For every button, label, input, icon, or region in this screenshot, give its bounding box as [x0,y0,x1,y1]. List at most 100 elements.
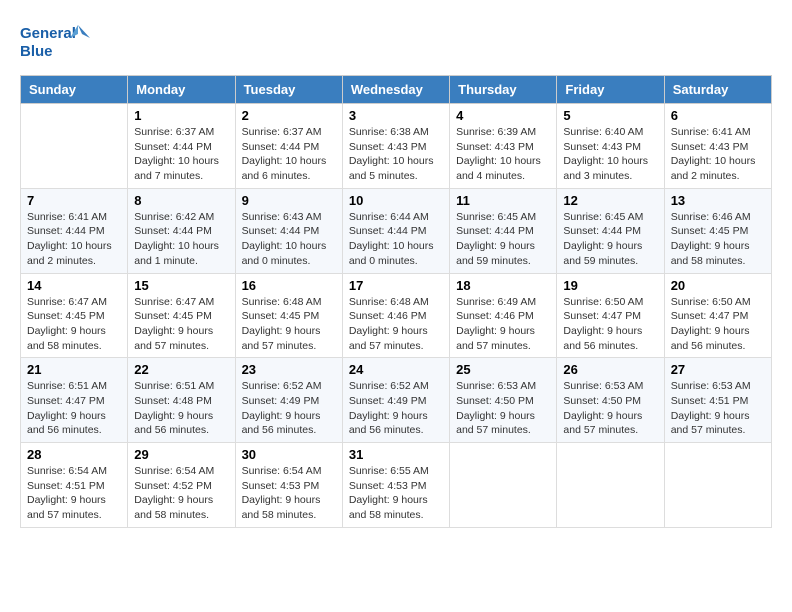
cell-info: Sunrise: 6:45 AM Sunset: 4:44 PM Dayligh… [563,210,657,269]
calendar-cell: 1Sunrise: 6:37 AM Sunset: 4:44 PM Daylig… [128,104,235,189]
day-number: 15 [134,278,228,293]
cell-info: Sunrise: 6:40 AM Sunset: 4:43 PM Dayligh… [563,125,657,184]
cell-info: Sunrise: 6:42 AM Sunset: 4:44 PM Dayligh… [134,210,228,269]
calendar-week-row: 14 Sunrise: 6:47 AM Sunset: 4:45 PM Dayli… [21,273,772,358]
calendar-cell: 3 Sunrise: 6:38 AM Sunset: 4:43 PM Daylig… [342,104,449,189]
cell-info: Sunrise: 6:50 AM Sunset: 4:47 PM Dayligh… [563,295,657,354]
day-number: 26 [563,362,657,377]
page-header: GeneralBlue [20,20,772,65]
calendar-cell: 24 Sunrise: 6:52 AM Sunset: 4:49 PM Dayli… [342,358,449,443]
calendar-cell: 19 Sunrise: 6:50 AM Sunset: 4:47 PM Dayli… [557,273,664,358]
cell-info: Sunrise: 6:48 AM Sunset: 4:46 PM Dayligh… [349,295,443,354]
calendar-cell: 10 Sunrise: 6:44 AM Sunset: 4:44 PM Dayli… [342,188,449,273]
cell-info: Sunrise: 6:49 AM Sunset: 4:46 PM Dayligh… [456,295,550,354]
day-number: 3 [349,108,443,123]
calendar-cell: 31Sunrise: 6:55 AM Sunset: 4:53 PM Dayli… [342,443,449,528]
calendar-cell: 11 Sunrise: 6:45 AM Sunset: 4:44 PM Dayli… [450,188,557,273]
cell-info: Sunrise: 6:50 AM Sunset: 4:47 PM Dayligh… [671,295,765,354]
weekday-header-row: SundayMondayTuesdayWednesdayThursdayFrid… [21,76,772,104]
calendar-cell: 28Sunrise: 6:54 AM Sunset: 4:51 PM Dayli… [21,443,128,528]
calendar-cell: 14 Sunrise: 6:47 AM Sunset: 4:45 PM Dayli… [21,273,128,358]
cell-info: Sunrise: 6:51 AM Sunset: 4:47 PM Dayligh… [27,379,121,438]
cell-info: Sunrise: 6:47 AM Sunset: 4:45 PM Dayligh… [134,295,228,354]
day-number: 14 [27,278,121,293]
cell-info: Sunrise: 6:45 AM Sunset: 4:44 PM Dayligh… [456,210,550,269]
calendar-cell: 12Sunrise: 6:45 AM Sunset: 4:44 PM Dayli… [557,188,664,273]
calendar-cell: 16Sunrise: 6:48 AM Sunset: 4:45 PM Dayli… [235,273,342,358]
day-number: 13 [671,193,765,208]
day-number: 28 [27,447,121,462]
calendar-table: SundayMondayTuesdayWednesdayThursdayFrid… [20,75,772,528]
day-number: 11 [456,193,550,208]
cell-info: Sunrise: 6:52 AM Sunset: 4:49 PM Dayligh… [242,379,336,438]
calendar-cell [450,443,557,528]
calendar-week-row: 21Sunrise: 6:51 AM Sunset: 4:47 PM Dayli… [21,358,772,443]
day-number: 6 [671,108,765,123]
calendar-cell: 23 Sunrise: 6:52 AM Sunset: 4:49 PM Dayli… [235,358,342,443]
weekday-header: Monday [128,76,235,104]
calendar-cell: 2 Sunrise: 6:37 AM Sunset: 4:44 PM Daylig… [235,104,342,189]
day-number: 8 [134,193,228,208]
calendar-cell: 29Sunrise: 6:54 AM Sunset: 4:52 PM Dayli… [128,443,235,528]
cell-info: Sunrise: 6:52 AM Sunset: 4:49 PM Dayligh… [349,379,443,438]
cell-info: Sunrise: 6:51 AM Sunset: 4:48 PM Dayligh… [134,379,228,438]
day-number: 24 [349,362,443,377]
logo: GeneralBlue [20,20,90,65]
day-number: 9 [242,193,336,208]
day-number: 4 [456,108,550,123]
weekday-header: Sunday [21,76,128,104]
cell-info: Sunrise: 6:53 AM Sunset: 4:51 PM Dayligh… [671,379,765,438]
day-number: 25 [456,362,550,377]
day-number: 17 [349,278,443,293]
day-number: 5 [563,108,657,123]
cell-info: Sunrise: 6:55 AM Sunset: 4:53 PM Dayligh… [349,464,443,523]
calendar-cell: 6 Sunrise: 6:41 AM Sunset: 4:43 PM Daylig… [664,104,771,189]
calendar-cell: 26Sunrise: 6:53 AM Sunset: 4:50 PM Dayli… [557,358,664,443]
calendar-cell [21,104,128,189]
calendar-cell: 21Sunrise: 6:51 AM Sunset: 4:47 PM Dayli… [21,358,128,443]
calendar-cell: 22Sunrise: 6:51 AM Sunset: 4:48 PM Dayli… [128,358,235,443]
weekday-header: Wednesday [342,76,449,104]
cell-info: Sunrise: 6:39 AM Sunset: 4:43 PM Dayligh… [456,125,550,184]
calendar-cell: 30 Sunrise: 6:54 AM Sunset: 4:53 PM Dayli… [235,443,342,528]
day-number: 7 [27,193,121,208]
weekday-header: Tuesday [235,76,342,104]
calendar-cell: 5 Sunrise: 6:40 AM Sunset: 4:43 PM Daylig… [557,104,664,189]
day-number: 23 [242,362,336,377]
day-number: 19 [563,278,657,293]
calendar-cell [664,443,771,528]
calendar-week-row: 1Sunrise: 6:37 AM Sunset: 4:44 PM Daylig… [21,104,772,189]
svg-text:General: General [20,25,76,42]
cell-info: Sunrise: 6:43 AM Sunset: 4:44 PM Dayligh… [242,210,336,269]
cell-info: Sunrise: 6:37 AM Sunset: 4:44 PM Dayligh… [242,125,336,184]
weekday-header: Saturday [664,76,771,104]
calendar-week-row: 28Sunrise: 6:54 AM Sunset: 4:51 PM Dayli… [21,443,772,528]
cell-info: Sunrise: 6:53 AM Sunset: 4:50 PM Dayligh… [456,379,550,438]
calendar-week-row: 7 Sunrise: 6:41 AM Sunset: 4:44 PM Daylig… [21,188,772,273]
calendar-cell: 27 Sunrise: 6:53 AM Sunset: 4:51 PM Dayli… [664,358,771,443]
logo-icon: GeneralBlue [20,20,90,65]
calendar-cell: 7 Sunrise: 6:41 AM Sunset: 4:44 PM Daylig… [21,188,128,273]
cell-info: Sunrise: 6:37 AM Sunset: 4:44 PM Dayligh… [134,125,228,184]
calendar-cell: 13Sunrise: 6:46 AM Sunset: 4:45 PM Dayli… [664,188,771,273]
calendar-cell [557,443,664,528]
cell-info: Sunrise: 6:41 AM Sunset: 4:44 PM Dayligh… [27,210,121,269]
cell-info: Sunrise: 6:41 AM Sunset: 4:43 PM Dayligh… [671,125,765,184]
day-number: 2 [242,108,336,123]
day-number: 10 [349,193,443,208]
day-number: 30 [242,447,336,462]
weekday-header: Friday [557,76,664,104]
cell-info: Sunrise: 6:44 AM Sunset: 4:44 PM Dayligh… [349,210,443,269]
calendar-cell: 25 Sunrise: 6:53 AM Sunset: 4:50 PM Dayli… [450,358,557,443]
calendar-cell: 15 Sunrise: 6:47 AM Sunset: 4:45 PM Dayli… [128,273,235,358]
calendar-cell: 18Sunrise: 6:49 AM Sunset: 4:46 PM Dayli… [450,273,557,358]
calendar-cell: 4 Sunrise: 6:39 AM Sunset: 4:43 PM Daylig… [450,104,557,189]
cell-info: Sunrise: 6:47 AM Sunset: 4:45 PM Dayligh… [27,295,121,354]
day-number: 29 [134,447,228,462]
svg-text:Blue: Blue [20,43,53,60]
calendar-cell: 17 Sunrise: 6:48 AM Sunset: 4:46 PM Dayli… [342,273,449,358]
day-number: 27 [671,362,765,377]
cell-info: Sunrise: 6:38 AM Sunset: 4:43 PM Dayligh… [349,125,443,184]
cell-info: Sunrise: 6:54 AM Sunset: 4:53 PM Dayligh… [242,464,336,523]
calendar-cell: 8 Sunrise: 6:42 AM Sunset: 4:44 PM Daylig… [128,188,235,273]
